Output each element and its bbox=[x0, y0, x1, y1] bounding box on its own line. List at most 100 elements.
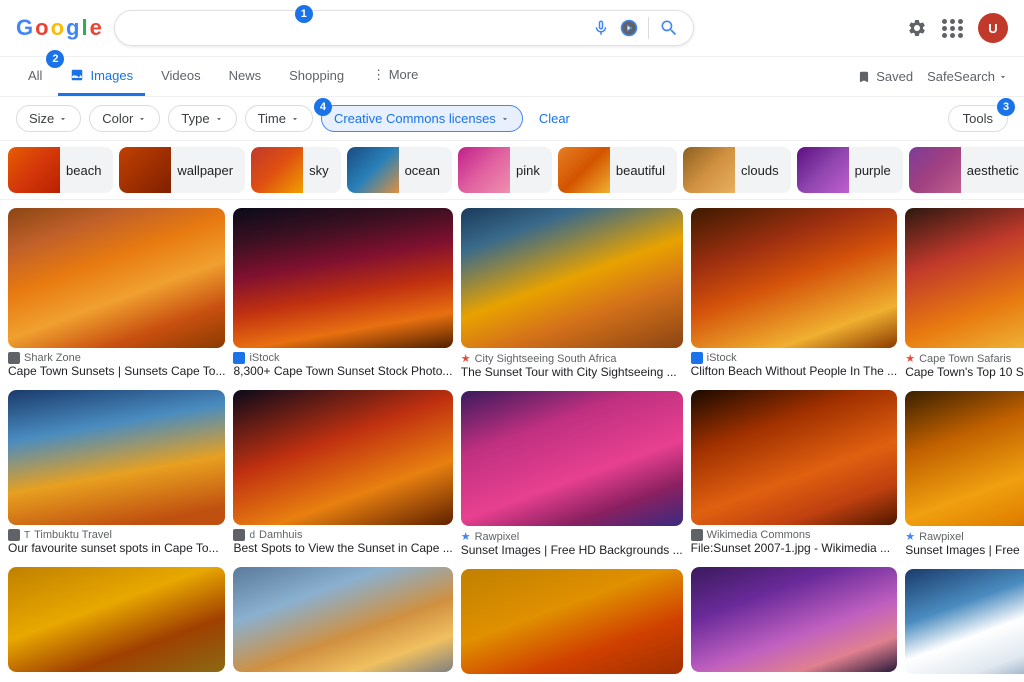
chip-wallpaper-label: wallpaper bbox=[177, 163, 237, 178]
image-col-5: ★ Cape Town Safaris Cape Town's Top 10 S… bbox=[905, 208, 1024, 674]
image-col-4: iStock Clifton Beach Without People In T… bbox=[691, 208, 898, 674]
image-card-3-4[interactable] bbox=[691, 567, 898, 672]
image-card-2-1[interactable]: T Timbuktu Travel Our favourite sunset s… bbox=[8, 390, 225, 559]
filter-type[interactable]: Type bbox=[168, 105, 236, 132]
img-placeholder-1-4 bbox=[691, 208, 898, 348]
saved-button[interactable]: Saved bbox=[857, 69, 913, 84]
image-card-3-5[interactable] bbox=[905, 569, 1024, 674]
lens-icon[interactable] bbox=[620, 19, 638, 37]
search-input[interactable]: sunset bbox=[129, 19, 584, 37]
mic-icon[interactable] bbox=[592, 19, 610, 37]
chip-ocean-img bbox=[347, 147, 399, 193]
img-placeholder-1-1 bbox=[8, 208, 225, 348]
bookmark-icon bbox=[857, 70, 871, 84]
image-grid: Shark Zone Cape Town Sunsets | Sunsets C… bbox=[0, 200, 1024, 682]
source-icon-1-4 bbox=[691, 352, 703, 364]
chip-clouds[interactable]: clouds bbox=[683, 147, 791, 193]
img-placeholder-2-1 bbox=[8, 390, 225, 525]
img-info-2-4: Wikimedia Commons File:Sunset 2007-1.jpg… bbox=[691, 525, 898, 559]
chip-beach-label: beach bbox=[66, 163, 105, 178]
img-placeholder-2-3 bbox=[461, 391, 683, 526]
apps-icon[interactable] bbox=[942, 17, 964, 39]
nav-tabs: All 2 Images Videos News Shopping ⋮ More… bbox=[0, 57, 1024, 97]
chip-ocean[interactable]: ocean bbox=[347, 147, 452, 193]
image-col-2: iStock 8,300+ Cape Town Sunset Stock Pho… bbox=[233, 208, 452, 674]
img-info-1-4: iStock Clifton Beach Without People In T… bbox=[691, 348, 898, 382]
chip-wallpaper-img bbox=[119, 147, 171, 193]
tab-videos[interactable]: Videos bbox=[149, 58, 213, 96]
search-submit-icon[interactable] bbox=[659, 18, 679, 38]
filter-creative-commons[interactable]: Creative Commons licenses 4 bbox=[321, 105, 523, 132]
img-info-1-5: ★ Cape Town Safaris Cape Town's Top 10 S… bbox=[905, 348, 1024, 383]
chip-wallpaper[interactable]: wallpaper bbox=[119, 147, 245, 193]
img-info-1-1: Shark Zone Cape Town Sunsets | Sunsets C… bbox=[8, 348, 225, 382]
filter-time[interactable]: Time bbox=[245, 105, 313, 132]
chip-sky[interactable]: sky bbox=[251, 147, 341, 193]
img-placeholder-2-5 bbox=[905, 391, 1024, 526]
image-card-2-5[interactable]: ★ Rawpixel Sunset Images | Free HD Backg… bbox=[905, 391, 1024, 561]
image-card-3-1[interactable] bbox=[8, 567, 225, 672]
img-placeholder-3-1 bbox=[8, 567, 225, 672]
chevron-color-icon bbox=[137, 114, 147, 124]
header: Google sunset 1 bbox=[0, 0, 1024, 57]
chevron-down-icon bbox=[998, 72, 1008, 82]
img-placeholder-3-3 bbox=[461, 569, 683, 674]
chevron-size-icon bbox=[58, 114, 68, 124]
image-card-3-3[interactable] bbox=[461, 569, 683, 674]
image-card-1-2[interactable]: iStock 8,300+ Cape Town Sunset Stock Pho… bbox=[233, 208, 452, 382]
image-card-2-2[interactable]: d Damhuis Best Spots to View the Sunset … bbox=[233, 390, 452, 559]
chip-clouds-img bbox=[683, 147, 735, 193]
img-placeholder-2-2 bbox=[233, 390, 452, 525]
chip-clouds-label: clouds bbox=[741, 163, 783, 178]
image-card-1-4[interactable]: iStock Clifton Beach Without People In T… bbox=[691, 208, 898, 382]
chip-aesthetic-img bbox=[909, 147, 961, 193]
chip-beautiful-img bbox=[558, 147, 610, 193]
image-card-3-2[interactable] bbox=[233, 567, 452, 672]
chip-aesthetic-label: aesthetic bbox=[967, 163, 1023, 178]
chevron-time-icon bbox=[290, 114, 300, 124]
tab-news[interactable]: News bbox=[217, 58, 274, 96]
filter-color[interactable]: Color bbox=[89, 105, 160, 132]
header-right: U bbox=[906, 13, 1008, 43]
chip-pink[interactable]: pink bbox=[458, 147, 552, 193]
images-tab-icon bbox=[70, 68, 84, 82]
chip-beach[interactable]: beach bbox=[8, 147, 113, 193]
google-logo: Google bbox=[16, 15, 102, 41]
image-card-1-1[interactable]: Shark Zone Cape Town Sunsets | Sunsets C… bbox=[8, 208, 225, 382]
img-placeholder-2-4 bbox=[691, 390, 898, 525]
image-card-1-5[interactable]: ★ Cape Town Safaris Cape Town's Top 10 S… bbox=[905, 208, 1024, 383]
image-col-3: ★ City Sightseeing South Africa The Suns… bbox=[461, 208, 683, 674]
source-icon-2-2 bbox=[233, 529, 245, 541]
chevron-type-icon bbox=[214, 114, 224, 124]
img-placeholder-3-2 bbox=[233, 567, 452, 672]
chip-purple-img bbox=[797, 147, 849, 193]
clear-filter-button[interactable]: Clear bbox=[531, 106, 578, 131]
settings-icon[interactable] bbox=[906, 17, 928, 39]
nav-right: Saved SafeSearch bbox=[857, 69, 1008, 84]
source-icon-2-4 bbox=[691, 529, 703, 541]
badge-1: 1 bbox=[295, 5, 313, 23]
image-col-1: Shark Zone Cape Town Sunsets | Sunsets C… bbox=[8, 208, 225, 674]
tab-shopping[interactable]: Shopping bbox=[277, 58, 356, 96]
chip-aesthetic[interactable]: aesthetic bbox=[909, 147, 1024, 193]
filter-size[interactable]: Size bbox=[16, 105, 81, 132]
image-card-1-3[interactable]: ★ City Sightseeing South Africa The Suns… bbox=[461, 208, 683, 383]
image-card-2-4[interactable]: Wikimedia Commons File:Sunset 2007-1.jpg… bbox=[691, 390, 898, 559]
tab-more[interactable]: ⋮ More bbox=[360, 57, 430, 96]
tab-all[interactable]: All 2 bbox=[16, 58, 54, 96]
avatar[interactable]: U bbox=[978, 13, 1008, 43]
chip-purple[interactable]: purple bbox=[797, 147, 903, 193]
tools-button[interactable]: Tools 3 bbox=[948, 105, 1008, 132]
chip-beautiful[interactable]: beautiful bbox=[558, 147, 677, 193]
chip-purple-label: purple bbox=[855, 163, 895, 178]
image-card-2-3[interactable]: ★ Rawpixel Sunset Images | Free HD Backg… bbox=[461, 391, 683, 561]
img-placeholder-1-2 bbox=[233, 208, 452, 348]
chip-beach-img bbox=[8, 147, 60, 193]
tab-images[interactable]: Images bbox=[58, 58, 145, 96]
chip-sky-img bbox=[251, 147, 303, 193]
safesearch-toggle[interactable]: SafeSearch bbox=[927, 69, 1008, 84]
img-placeholder-3-4 bbox=[691, 567, 898, 672]
badge-3: 3 bbox=[997, 98, 1015, 116]
source-icon-1-1 bbox=[8, 352, 20, 364]
source-icon-1-2 bbox=[233, 352, 245, 364]
